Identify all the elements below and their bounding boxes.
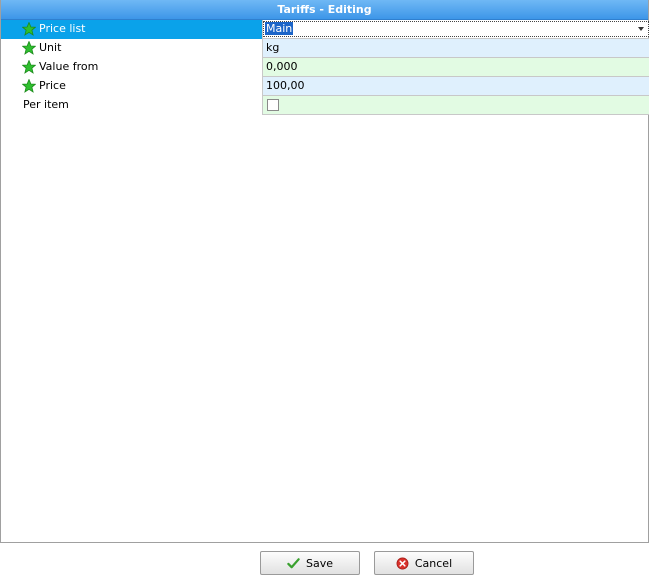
unit-field[interactable]: kg: [263, 39, 649, 57]
star-icon: [22, 60, 36, 74]
edit-window: Tariffs - Editing Price list Main Unit k…: [0, 0, 649, 543]
field-label: Price: [39, 79, 66, 92]
field-label: Per item: [23, 98, 69, 111]
value-from-field[interactable]: 0,000: [263, 58, 649, 76]
field-row-unit[interactable]: Unit kg: [1, 39, 649, 58]
field-label: Unit: [39, 41, 62, 54]
property-grid: Price list Main Unit kg Value from 0,000: [1, 20, 649, 115]
save-button[interactable]: Save: [260, 551, 360, 575]
per-item-checkbox[interactable]: [267, 99, 279, 111]
window-title: Tariffs - Editing: [1, 0, 648, 20]
price-field[interactable]: 100,00: [263, 77, 649, 95]
field-label-cell: Unit: [1, 39, 263, 58]
star-icon: [22, 79, 36, 93]
cancel-label: Cancel: [414, 556, 453, 570]
field-row-price-list[interactable]: Price list Main: [1, 20, 649, 39]
field-row-value-from[interactable]: Value from 0,000: [1, 58, 649, 77]
field-label: Value from: [39, 60, 99, 73]
field-label-cell: Price: [1, 77, 263, 96]
price-list-dropdown[interactable]: Main: [263, 21, 649, 37]
field-label-cell: Value from: [1, 58, 263, 77]
save-label: Save: [305, 556, 333, 570]
cancel-icon: [396, 557, 409, 569]
checkmark-icon: [287, 557, 300, 568]
field-row-per-item[interactable]: Per item: [1, 96, 649, 115]
price-list-value: Main: [265, 22, 294, 35]
star-icon: [22, 22, 36, 36]
cancel-button[interactable]: Cancel: [374, 551, 474, 575]
chevron-down-icon[interactable]: [638, 27, 644, 31]
field-label-cell: Price list: [1, 20, 263, 39]
field-label: Price list: [39, 22, 86, 35]
star-icon: [22, 41, 36, 55]
field-label-cell: Per item: [1, 96, 263, 115]
per-item-cell: [263, 96, 649, 114]
field-row-price[interactable]: Price 100,00: [1, 77, 649, 96]
